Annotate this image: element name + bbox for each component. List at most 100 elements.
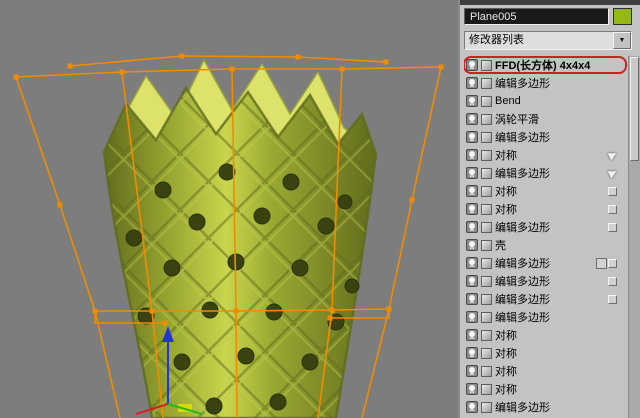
- modifier-row[interactable]: 对称: [464, 326, 627, 344]
- modifier-type-icon: [481, 113, 492, 125]
- modifier-label: FFD(长方体) 4x4x4: [495, 60, 591, 72]
- modifier-type-icon: [481, 311, 492, 323]
- modifier-type-icon: [481, 347, 492, 359]
- modifier-onoff-bulb-icon[interactable]: [466, 203, 478, 215]
- object-name-row: Plane005: [464, 8, 632, 25]
- modifier-onoff-bulb-icon[interactable]: [466, 365, 478, 377]
- modifier-row[interactable]: 对称: [464, 380, 627, 398]
- modifier-row[interactable]: 壳: [464, 236, 627, 254]
- modifier-onoff-bulb-icon[interactable]: [466, 185, 478, 197]
- modifier-type-icon: [481, 329, 492, 341]
- modifier-onoff-bulb-icon[interactable]: [466, 113, 478, 125]
- modifier-onoff-bulb-icon[interactable]: [466, 293, 478, 305]
- 3dsmax-window: Plane005 修改器列表 ▼ FFD(长方体) 4x4x4 编辑多边形 Be…: [0, 0, 640, 418]
- show-end-result-arrow-icon[interactable]: [607, 149, 619, 161]
- modifier-row[interactable]: Bend: [464, 92, 627, 110]
- modifier-row[interactable]: 对称: [464, 200, 627, 218]
- modifier-row[interactable]: 编辑多边形: [464, 398, 627, 416]
- modifier-row[interactable]: FFD(长方体) 4x4x4: [464, 56, 627, 74]
- modifier-row[interactable]: 对称: [464, 362, 627, 380]
- modifier-onoff-bulb-icon[interactable]: [466, 347, 478, 359]
- modifier-onoff-bulb-icon[interactable]: [466, 239, 478, 251]
- modifier-type-icon: [481, 203, 492, 215]
- modifier-type-icon: [481, 59, 492, 71]
- modifier-label: 编辑多边形: [495, 168, 550, 180]
- modifier-type-icon: [481, 239, 492, 251]
- modifier-row[interactable]: 编辑多边形: [464, 218, 627, 236]
- modifier-onoff-bulb-icon[interactable]: [466, 77, 478, 89]
- modifier-type-icon: [481, 77, 492, 89]
- modifier-list-dropdown[interactable]: 修改器列表 ▼: [464, 31, 632, 50]
- modifier-gizmo-icon[interactable]: [608, 186, 617, 196]
- modifier-row[interactable]: 编辑多边形: [464, 128, 627, 146]
- modifier-gizmo-icon[interactable]: [608, 222, 617, 232]
- modifier-onoff-bulb-icon[interactable]: [466, 401, 478, 413]
- stack-scrollbar-thumb[interactable]: [630, 57, 639, 161]
- chevron-down-icon[interactable]: ▼: [613, 32, 631, 49]
- modifier-type-icon: [481, 167, 492, 179]
- perspective-viewport[interactable]: [0, 0, 458, 418]
- modifier-label: 对称: [495, 150, 517, 162]
- panel-top-strip: [460, 0, 640, 5]
- modifier-label: 编辑多边形: [495, 222, 550, 234]
- modifier-row[interactable]: 涡轮平滑: [464, 110, 627, 128]
- modifier-label: 对称: [495, 204, 517, 216]
- modifier-row[interactable]: 编辑多边形: [464, 164, 627, 182]
- modifier-gizmo-icon[interactable]: [608, 276, 617, 286]
- modify-panel: Plane005 修改器列表 ▼ FFD(长方体) 4x4x4 编辑多边形 Be…: [458, 0, 640, 418]
- modifier-onoff-bulb-icon[interactable]: [466, 311, 478, 323]
- show-end-result-arrow-icon[interactable]: [607, 167, 619, 179]
- modifier-type-icon: [481, 293, 492, 305]
- modifier-onoff-bulb-icon[interactable]: [466, 329, 478, 341]
- modifier-label: Bend: [495, 95, 521, 107]
- viewport-canvas: [0, 0, 458, 418]
- modifier-type-icon: [481, 401, 492, 413]
- modifier-label: 对称: [495, 366, 517, 378]
- modifier-label: 编辑多边形: [495, 294, 550, 306]
- modifier-onoff-bulb-icon[interactable]: [466, 95, 478, 107]
- modifier-type-icon: [481, 365, 492, 377]
- modifier-stack-area: FFD(长方体) 4x4x4 编辑多边形 Bend 涡轮平滑 编辑多边形 对称 …: [462, 56, 640, 418]
- modifier-type-icon: [481, 149, 492, 161]
- modifier-onoff-bulb-icon[interactable]: [466, 59, 478, 71]
- modifier-row[interactable]: 编辑多边形: [464, 254, 627, 272]
- modifier-gizmo-icon[interactable]: [608, 258, 617, 268]
- modifier-type-icon: [481, 95, 492, 107]
- modifier-label: 对称: [495, 348, 517, 360]
- modifier-label: 对称: [495, 186, 517, 198]
- modifier-label: 编辑多边形: [495, 78, 550, 90]
- modifier-row[interactable]: 对称: [464, 182, 627, 200]
- modifier-onoff-bulb-icon[interactable]: [466, 131, 478, 143]
- modifier-onoff-bulb-icon[interactable]: [466, 149, 478, 161]
- modifier-type-icon: [481, 257, 492, 269]
- modifier-label: 对称: [495, 330, 517, 342]
- modifier-onoff-bulb-icon[interactable]: [466, 221, 478, 233]
- modifier-label: 编辑多边形: [495, 402, 550, 414]
- modifier-row[interactable]: 对称: [464, 344, 627, 362]
- modifier-type-icon: [481, 185, 492, 197]
- modifier-type-icon: [481, 131, 492, 143]
- stack-scrollbar[interactable]: [628, 56, 640, 418]
- modifier-gizmo-icon[interactable]: [608, 294, 617, 304]
- modifier-onoff-bulb-icon[interactable]: [466, 167, 478, 179]
- modifier-label: 编辑多边形: [495, 312, 550, 324]
- modifier-type-icon: [481, 221, 492, 233]
- modifier-type-icon: [481, 275, 492, 287]
- modifier-row[interactable]: 编辑多边形: [464, 308, 627, 326]
- modifier-row[interactable]: 编辑多边形: [464, 74, 627, 92]
- modifier-onoff-bulb-icon[interactable]: [466, 383, 478, 395]
- modifier-label: 编辑多边形: [495, 276, 550, 288]
- modifier-onoff-bulb-icon[interactable]: [466, 275, 478, 287]
- modifier-gizmo-icon[interactable]: [608, 204, 617, 214]
- object-color-swatch[interactable]: [613, 8, 632, 25]
- modifier-row[interactable]: 编辑多边形: [464, 290, 627, 308]
- modifier-onoff-bulb-icon[interactable]: [466, 257, 478, 269]
- modifier-label: 编辑多边形: [495, 258, 550, 270]
- object-name-field[interactable]: Plane005: [464, 8, 609, 25]
- modifier-row[interactable]: 对称: [464, 146, 627, 164]
- modifier-stack: FFD(长方体) 4x4x4 编辑多边形 Bend 涡轮平滑 编辑多边形 对称 …: [464, 56, 627, 418]
- modifier-label: 对称: [495, 384, 517, 396]
- modifier-type-icon: [481, 383, 492, 395]
- modifier-list-dropdown-label: 修改器列表: [469, 34, 524, 46]
- modifier-row[interactable]: 编辑多边形: [464, 272, 627, 290]
